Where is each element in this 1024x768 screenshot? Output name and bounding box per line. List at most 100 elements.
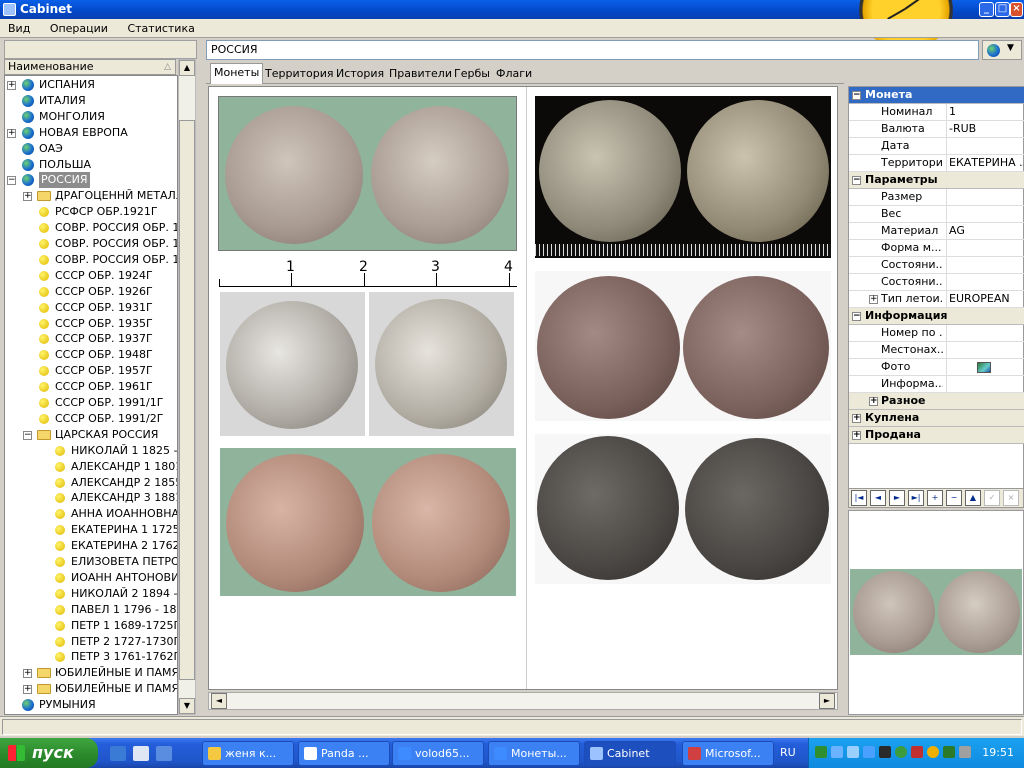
property-grid[interactable]: − Монета Номинал 1 Валюта -RUB Дата Территория Е… <box>848 86 1024 494</box>
collapse-icon[interactable]: − <box>7 176 16 186</box>
tray-icon[interactable] <box>895 746 907 758</box>
property-value[interactable]: -RUB <box>946 121 1024 137</box>
maximize-button[interactable]: □ <box>995 2 1010 17</box>
tray-icon[interactable] <box>863 746 875 758</box>
menu-view[interactable]: Вид <box>0 19 38 37</box>
tree-item[interactable]: ЕКАТЕРИНА 2 1762- <box>5 538 177 554</box>
property-value[interactable]: AG <box>946 223 1024 239</box>
property-value[interactable]: ЕКАТЕРИНА ... <box>946 155 1024 171</box>
confirm-button[interactable]: ✓ <box>984 490 1000 506</box>
property-row[interactable]: Размер <box>849 189 1024 206</box>
property-category[interactable]: + Продана <box>849 427 1024 444</box>
tree-scrollbar[interactable]: ▲ ▼ <box>178 59 196 715</box>
country-tree[interactable]: + ИСПАНИЯ ИТАЛИЯ МОНГОЛИЯ + НОВАЯ ЕВРОПА ОАЭ ПО… <box>4 75 178 715</box>
property-value[interactable] <box>946 138 1024 154</box>
coin-gallery[interactable]: 1 2 3 4 <box>208 86 838 690</box>
property-value[interactable] <box>946 325 1024 341</box>
last-record-button[interactable]: ►| <box>908 490 924 506</box>
property-value[interactable] <box>946 206 1024 222</box>
scroll-left-button[interactable]: ◄ <box>211 693 227 709</box>
property-row[interactable]: +Тип летои...EUROPEAN <box>849 291 1024 308</box>
taskbar-button[interactable]: женя к... <box>202 741 294 766</box>
property-row[interactable]: Номинал 1 <box>849 104 1024 121</box>
coin-photo[interactable] <box>535 96 831 258</box>
property-category[interactable]: − Информация <box>849 308 1024 325</box>
collapse-icon[interactable]: − <box>852 91 861 100</box>
property-row[interactable]: Территория ЕКАТЕРИНА ... <box>849 155 1024 172</box>
menu-statistics[interactable]: Статистика <box>119 19 202 37</box>
tree-item[interactable]: ИТАЛИЯ <box>5 93 177 109</box>
property-row[interactable]: Фото <box>849 359 1024 376</box>
tree-item[interactable]: СОВР. РОССИЯ ОБР. 19 <box>5 252 177 268</box>
property-value[interactable]: 1 <box>946 104 1024 120</box>
first-record-button[interactable]: |◄ <box>851 490 867 506</box>
tree-item[interactable]: СССР ОБР. 1991/2Г <box>5 411 177 427</box>
expand-icon[interactable]: + <box>23 669 32 679</box>
taskbar-button[interactable]: Cabinet <box>584 741 676 766</box>
property-value[interactable] <box>946 274 1024 290</box>
tree-item[interactable]: ОАЭ <box>5 141 177 157</box>
property-row[interactable]: Местонах... <box>849 342 1024 359</box>
tree-item[interactable]: СОВР. РОССИЯ ОБР. 19 <box>5 236 177 252</box>
tab-coats-of-arms[interactable]: Гербы <box>451 65 493 84</box>
tree-item[interactable]: − РОССИЯ <box>5 172 177 189</box>
word-icon[interactable] <box>133 746 149 761</box>
tray-icon[interactable] <box>943 746 955 758</box>
close-button[interactable]: × <box>1010 2 1023 17</box>
up-button[interactable]: ▲ <box>965 490 981 506</box>
scroll-up-button[interactable]: ▲ <box>179 60 195 76</box>
tree-column-header[interactable]: Наименование △ <box>4 59 176 75</box>
tray-icon[interactable] <box>927 746 939 758</box>
tray-icon[interactable] <box>911 746 923 758</box>
tree-item[interactable]: ПАВЕЛ 1 1796 - 1801 <box>5 602 177 618</box>
property-row[interactable]: Состояни... <box>849 274 1024 291</box>
property-row[interactable]: Форма м... <box>849 240 1024 257</box>
property-row[interactable]: Состояни... <box>849 257 1024 274</box>
tree-item[interactable]: СССР ОБР. 1957Г <box>5 363 177 379</box>
quicklaunch-icon[interactable] <box>156 746 172 761</box>
coin-preview[interactable] <box>848 510 1024 715</box>
tree-item[interactable]: РУМЫНИЯ <box>5 697 177 713</box>
tree-item[interactable]: ЕКАТЕРИНА 1 1725- <box>5 522 177 538</box>
expand-icon[interactable]: + <box>852 414 861 423</box>
taskbar-button[interactable]: Panda ... <box>298 741 390 766</box>
tree-item[interactable]: ПОЛЬША <box>5 157 177 173</box>
add-record-button[interactable]: + <box>927 490 943 506</box>
cancel-button[interactable]: × <box>1003 490 1019 506</box>
property-value[interactable]: EUROPEAN <box>946 291 1024 307</box>
tree-item[interactable]: СССР ОБР. 1931Г <box>5 300 177 316</box>
expand-icon[interactable]: + <box>7 81 16 90</box>
taskbar-button[interactable]: Microsof... <box>682 741 774 766</box>
ie-icon[interactable] <box>110 746 126 761</box>
tree-item[interactable]: СОВР. РОССИЯ ОБР. 19 <box>5 220 177 236</box>
photo-icon[interactable] <box>977 362 991 373</box>
tree-item[interactable]: МОНГОЛИЯ <box>5 109 177 125</box>
tree-item[interactable]: НИКОЛАЙ 2 1894 - 1 <box>5 586 177 602</box>
tree-item[interactable]: + НОВАЯ ЕВРОПА <box>5 125 177 141</box>
property-category[interactable]: + Разное <box>849 393 1024 410</box>
collapse-icon[interactable]: − <box>852 176 861 185</box>
property-category[interactable]: − Монета <box>849 87 1024 104</box>
globe-dropdown-button[interactable]: ▼ <box>982 40 1022 60</box>
tab-history[interactable]: История <box>333 65 387 84</box>
property-value[interactable] <box>946 240 1024 256</box>
tree-item[interactable]: + ИСПАНИЯ <box>5 77 177 93</box>
delete-record-button[interactable]: − <box>946 490 962 506</box>
gallery-hscrollbar[interactable]: ◄ ► <box>208 692 838 710</box>
taskbar-button[interactable]: volod65... <box>392 741 484 766</box>
coin-photo[interactable] <box>369 292 514 436</box>
tree-item[interactable]: ПЕТР 3 1761-1762ГГ <box>5 649 177 665</box>
tray-icon[interactable] <box>847 746 859 758</box>
scroll-thumb[interactable] <box>179 120 195 680</box>
tab-rulers[interactable]: Правители <box>386 65 455 84</box>
expand-icon[interactable]: + <box>869 295 878 304</box>
start-button[interactable]: пуск <box>0 738 98 768</box>
coin-photo[interactable] <box>220 292 365 436</box>
expand-icon[interactable]: + <box>869 397 878 406</box>
tree-item[interactable]: АЛЕКСАНДР 2 1855- <box>5 475 177 491</box>
expand-icon[interactable]: + <box>23 685 32 695</box>
prev-record-button[interactable]: ◄ <box>870 490 886 506</box>
tree-item[interactable]: + ЮБИЛЕЙНЫЕ И ПАМЯТ <box>5 681 177 697</box>
tree-item[interactable]: АЛЕКСАНДР 1 1801- <box>5 459 177 475</box>
coin-photo[interactable] <box>218 96 517 251</box>
